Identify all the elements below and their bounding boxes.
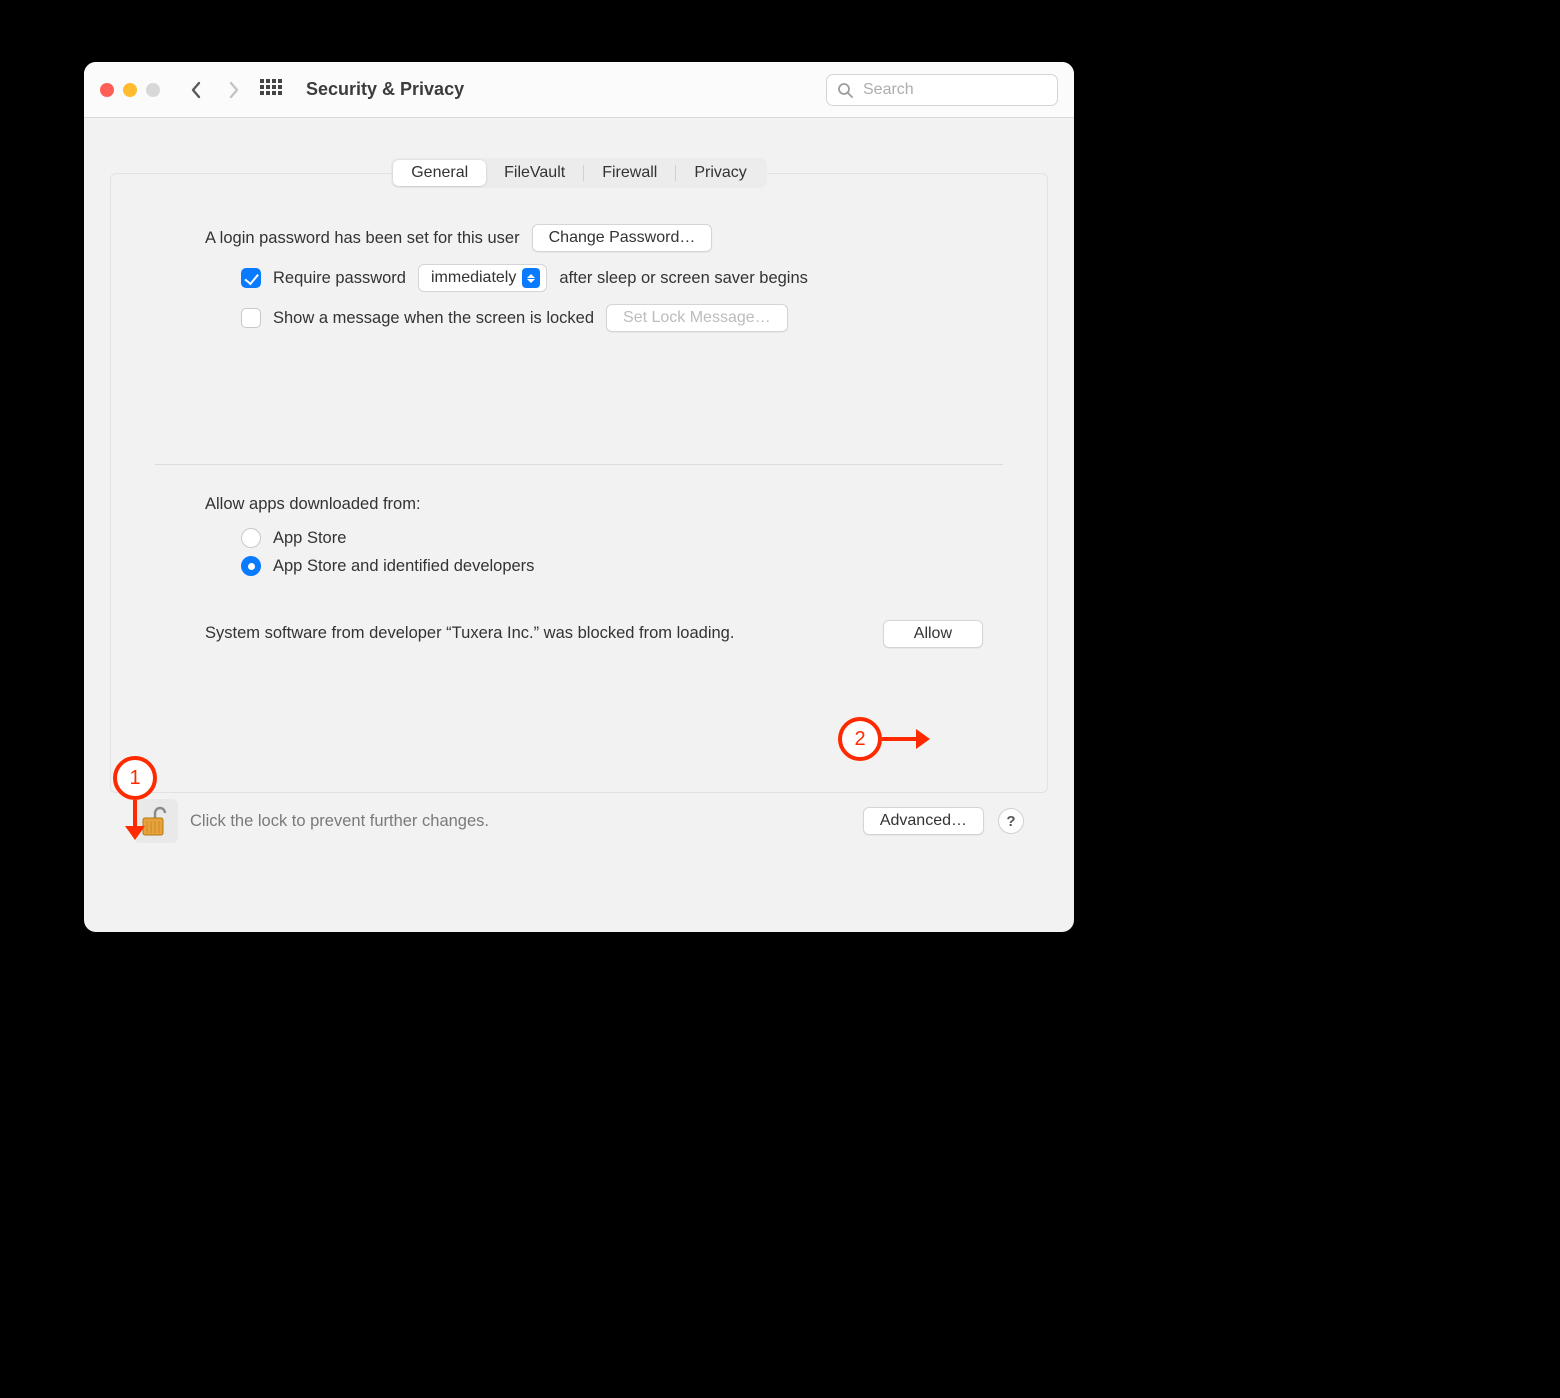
search-icon xyxy=(837,82,853,98)
annotation-callout-2: 2 xyxy=(838,717,882,761)
unlocked-padlock-icon xyxy=(141,805,171,837)
radio-identified-developers[interactable] xyxy=(241,556,261,576)
chevron-right-icon xyxy=(228,81,240,99)
require-password-delay-value: immediately xyxy=(431,269,516,287)
show-lock-message-row: Show a message when the screen is locked… xyxy=(205,304,983,332)
after-sleep-text: after sleep or screen saver begins xyxy=(559,269,808,288)
close-window-button[interactable] xyxy=(100,83,114,97)
gatekeeper-heading: Allow apps downloaded from: xyxy=(205,495,983,514)
tab-filevault[interactable]: FileVault xyxy=(486,160,583,186)
search-input[interactable] xyxy=(861,80,1047,100)
preferences-body: General FileVault Firewall Privacy A log… xyxy=(84,118,1074,932)
general-panel: A login password has been set for this u… xyxy=(110,173,1048,793)
select-stepper-icon xyxy=(522,268,540,288)
window-title: Security & Privacy xyxy=(306,79,464,100)
window-controls xyxy=(100,83,160,97)
annotation-arrow-2 xyxy=(882,729,930,749)
require-password-delay-select[interactable]: immediately xyxy=(418,264,547,292)
tab-firewall[interactable]: Firewall xyxy=(584,160,675,186)
advanced-button[interactable]: Advanced… xyxy=(863,807,984,835)
forward-button[interactable] xyxy=(220,76,248,104)
gatekeeper-option-appstore: App Store xyxy=(205,528,983,548)
annotation-1-label: 1 xyxy=(129,767,140,790)
login-password-row: A login password has been set for this u… xyxy=(205,224,983,252)
tab-bar: General FileVault Firewall Privacy xyxy=(391,158,767,188)
chevron-left-icon xyxy=(190,81,202,99)
set-lock-message-button: Set Lock Message… xyxy=(606,304,788,332)
require-password-label: Require password xyxy=(273,269,406,288)
back-button[interactable] xyxy=(182,76,210,104)
minimize-window-button[interactable] xyxy=(123,83,137,97)
show-all-preferences-button[interactable] xyxy=(260,79,282,101)
tab-privacy[interactable]: Privacy xyxy=(676,160,764,186)
annotation-arrow-1 xyxy=(125,800,145,840)
show-lock-message-label: Show a message when the screen is locked xyxy=(273,309,594,328)
radio-app-store-label: App Store xyxy=(273,529,346,548)
titlebar: Security & Privacy xyxy=(84,62,1074,118)
radio-identified-developers-label: App Store and identified developers xyxy=(273,557,534,576)
help-button[interactable]: ? xyxy=(998,808,1024,834)
gatekeeper-option-identified: App Store and identified developers xyxy=(205,556,983,576)
login-password-text: A login password has been set for this u… xyxy=(205,229,520,248)
footer: Click the lock to prevent further change… xyxy=(110,793,1048,861)
blocked-software-row: System software from developer “Tuxera I… xyxy=(205,622,983,648)
radio-app-store[interactable] xyxy=(241,528,261,548)
tab-general[interactable]: General xyxy=(393,160,486,186)
system-preferences-window: Security & Privacy General FileVault Fir… xyxy=(84,62,1074,932)
lock-hint-text: Click the lock to prevent further change… xyxy=(190,812,489,831)
require-password-checkbox[interactable] xyxy=(241,268,261,288)
search-field[interactable] xyxy=(826,74,1058,106)
change-password-button[interactable]: Change Password… xyxy=(532,224,713,252)
annotation-2-label: 2 xyxy=(854,728,865,751)
blocked-software-text: System software from developer “Tuxera I… xyxy=(205,622,843,644)
allow-button[interactable]: Allow xyxy=(883,620,983,648)
require-password-row: Require password immediately after sleep… xyxy=(205,264,983,292)
show-lock-message-checkbox[interactable] xyxy=(241,308,261,328)
annotation-callout-1: 1 xyxy=(113,756,157,800)
zoom-window-button[interactable] xyxy=(146,83,160,97)
